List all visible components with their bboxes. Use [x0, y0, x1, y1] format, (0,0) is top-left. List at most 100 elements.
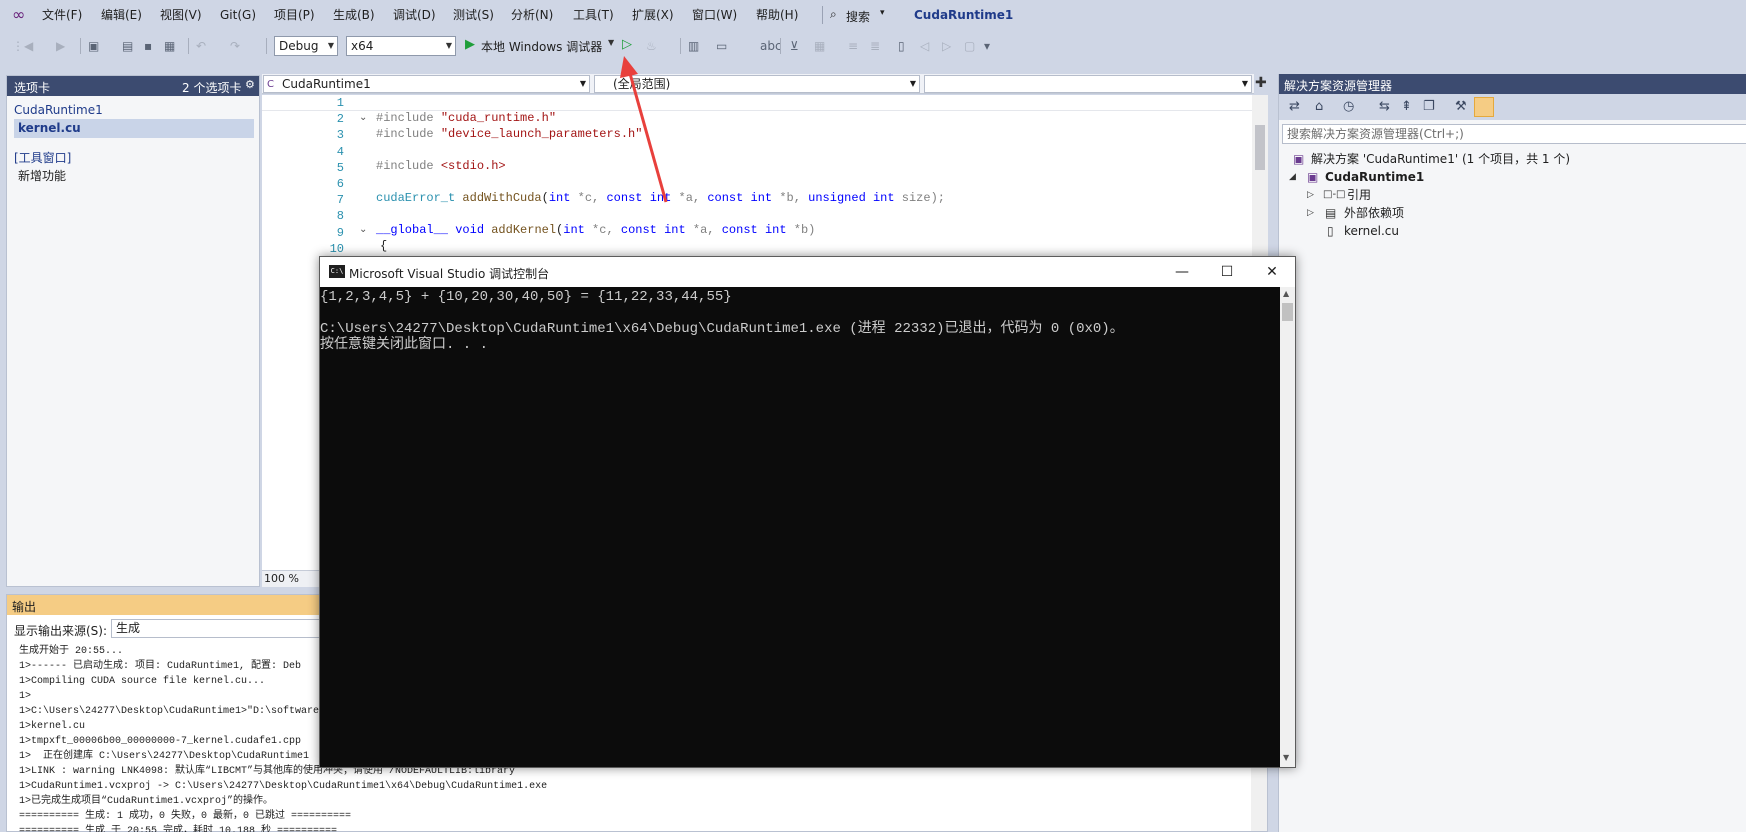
toolbar-options-icon[interactable]: ▾	[984, 38, 990, 54]
collapse-icon[interactable]: ⌄	[359, 223, 367, 237]
chevron-down-icon[interactable]: ▼	[608, 38, 614, 47]
configuration-value: Debug	[279, 39, 319, 53]
solution-explorer-header: 解决方案资源管理器	[1279, 74, 1746, 94]
debug-console-window[interactable]: C:\ Microsoft Visual Studio 调试控制台 — ☐ ✕ …	[319, 256, 1296, 768]
scrollbar-thumb[interactable]	[1255, 125, 1265, 170]
layout-icon[interactable]: ▭	[716, 38, 727, 54]
line-number: 1	[336, 96, 344, 110]
project-dropdown[interactable]: C CudaRuntime1 ▼	[263, 75, 590, 93]
chevron-down-icon: ▼	[327, 41, 334, 50]
chevron-right-icon[interactable]: ▷	[1307, 187, 1314, 203]
line-number: 7	[336, 193, 344, 208]
show-all-files-icon[interactable]: ❐	[1423, 99, 1435, 115]
start-without-debugging-icon[interactable]: ▷	[622, 37, 632, 52]
scrollbar-thumb[interactable]	[1282, 303, 1293, 321]
menu-file[interactable]: 文件(F)	[42, 8, 82, 22]
minimize-icon[interactable]: —	[1162, 261, 1202, 283]
platform-select[interactable]: x64 ▼	[346, 36, 456, 56]
new-project-icon[interactable]: ▣	[88, 38, 99, 54]
tab-group-project[interactable]: CudaRuntime1	[14, 103, 103, 117]
attach-icon[interactable]: ⊻	[790, 38, 799, 54]
open-folder-icon[interactable]: ▤	[122, 38, 133, 54]
menu-project[interactable]: 项目(P)	[274, 8, 315, 22]
menu-view[interactable]: 视图(V)	[160, 8, 202, 22]
comment-icon[interactable]: ≡	[848, 38, 858, 54]
menu-separator	[822, 6, 823, 24]
line-number: 5	[336, 160, 344, 175]
code-map-icon[interactable]: ▦	[814, 38, 825, 54]
configuration-select[interactable]: Debug ▼	[274, 36, 338, 56]
menu-tools[interactable]: 工具(T)	[573, 8, 614, 22]
console-window-title: Microsoft Visual Studio 调试控制台	[349, 267, 550, 281]
gear-icon[interactable]: ⚙	[245, 78, 255, 91]
start-debugging-button[interactable]: 本地 Windows 调试器	[481, 38, 602, 55]
menu-debug[interactable]: 调试(D)	[393, 8, 436, 22]
chevron-down-icon[interactable]: ◢	[1289, 169, 1296, 185]
prev-bookmark-icon[interactable]: ◁	[920, 38, 929, 54]
undo-icon[interactable]: ↶	[196, 38, 206, 54]
menu-bar: ∞ 文件(F) 编辑(E) 视图(V) Git(G) 项目(P) 生成(B) 调…	[0, 0, 1746, 30]
console-title-bar[interactable]: C:\ Microsoft Visual Studio 调试控制台 — ☐ ✕	[320, 257, 1295, 287]
tree-project[interactable]: CudaRuntime1	[1325, 169, 1424, 185]
switch-views-icon[interactable]: ⇄	[1289, 99, 1300, 115]
collapse-icon[interactable]: ⌄	[359, 111, 367, 125]
search-icon[interactable]: ⌕	[830, 7, 837, 22]
menu-test[interactable]: 测试(S)	[453, 8, 494, 22]
menu-edit[interactable]: 编辑(E)	[101, 8, 142, 22]
hot-reload-icon[interactable]: ♨	[646, 38, 657, 54]
tabs-count: 2 个选项卡	[182, 81, 242, 95]
tree-file-kernel[interactable]: kernel.cu	[1344, 223, 1399, 239]
bookmark-icon[interactable]: ▯	[898, 38, 905, 54]
search-button[interactable]: 搜索	[846, 8, 870, 25]
chevron-down-icon: ▼	[579, 79, 586, 88]
sync-icon[interactable]: ⇆	[1379, 99, 1390, 115]
tab-group-tool-windows[interactable]: [工具窗口]	[14, 149, 71, 166]
member-dropdown[interactable]: ▼	[924, 75, 1252, 93]
chevron-down-icon[interactable]: ▾	[880, 8, 885, 18]
close-icon[interactable]: ✕	[1252, 261, 1292, 283]
menu-extensions[interactable]: 扩展(X)	[632, 8, 674, 22]
menu-help[interactable]: 帮助(H)	[756, 8, 798, 22]
navigate-back-icon[interactable]: ◀	[24, 38, 33, 54]
uncomment-icon[interactable]: ≣	[870, 38, 880, 54]
maximize-icon[interactable]: ☐	[1207, 261, 1247, 283]
navigate-forward-icon[interactable]: ▶	[56, 38, 65, 54]
output-source-select[interactable]: 生成	[111, 619, 321, 638]
tree-references[interactable]: 引用	[1347, 187, 1371, 203]
menu-build[interactable]: 生成(B)	[333, 8, 375, 22]
pending-changes-icon[interactable]: ◷	[1343, 99, 1354, 115]
properties-icon[interactable]: ⚒	[1455, 99, 1467, 115]
save-all-icon[interactable]: ▦	[164, 38, 175, 54]
clear-bookmarks-icon[interactable]: ▢	[964, 38, 975, 54]
line-number: 9	[336, 225, 344, 240]
tree-solution[interactable]: 解决方案 'CudaRuntime1' (1 个项目，共 1 个)	[1311, 151, 1570, 167]
scroll-down-icon[interactable]: ▼	[1283, 753, 1289, 762]
chevron-right-icon[interactable]: ▷	[1307, 205, 1314, 221]
split-editor-icon[interactable]: ✚	[1255, 75, 1267, 91]
tab-kernel-cu[interactable]: kernel.cu	[14, 119, 254, 138]
solution-search-input[interactable]: 搜索解决方案资源管理器(Ctrl+;)	[1282, 124, 1746, 144]
menu-window[interactable]: 窗口(W)	[692, 8, 737, 22]
folder-icon[interactable]: ▥	[688, 38, 699, 54]
chevron-down-icon: ▼	[445, 41, 452, 50]
console-scrollbar[interactable]: ▲ ▼	[1280, 287, 1295, 767]
standard-toolbar: ⋮ ◀ ▶ ▣ ▤ ▪ ▦ ↶ ↷ Debug ▼ x64 ▼ ▶ 本地 Win…	[0, 30, 1746, 62]
visual-studio-logo-icon[interactable]: ∞	[12, 6, 32, 24]
tree-external-dependencies[interactable]: 外部依赖项	[1344, 205, 1404, 221]
solution-title: CudaRuntime1	[914, 8, 1014, 22]
collapse-all-icon[interactable]: ⇞	[1401, 99, 1412, 115]
spell-check-icon[interactable]: abc	[760, 38, 782, 54]
menu-git[interactable]: Git(G)	[220, 8, 256, 22]
preview-selected-button[interactable]	[1474, 97, 1494, 117]
console-line: {1,2,3,4,5} + {10,20,30,40,50} = {11,22,…	[320, 289, 732, 305]
zoom-level-select[interactable]: 100 %	[262, 570, 322, 587]
tab-whats-new[interactable]: 新增功能	[18, 167, 66, 184]
menu-analyze[interactable]: 分析(N)	[511, 8, 553, 22]
save-icon[interactable]: ▪	[144, 38, 152, 54]
next-bookmark-icon[interactable]: ▷	[942, 38, 951, 54]
redo-icon[interactable]: ↷	[230, 38, 240, 54]
home-icon[interactable]: ⌂	[1315, 99, 1323, 115]
start-debugging-icon[interactable]: ▶	[465, 37, 475, 52]
console-output[interactable]: {1,2,3,4,5} + {10,20,30,40,50} = {11,22,…	[320, 287, 1280, 767]
scroll-up-icon[interactable]: ▲	[1283, 289, 1289, 298]
